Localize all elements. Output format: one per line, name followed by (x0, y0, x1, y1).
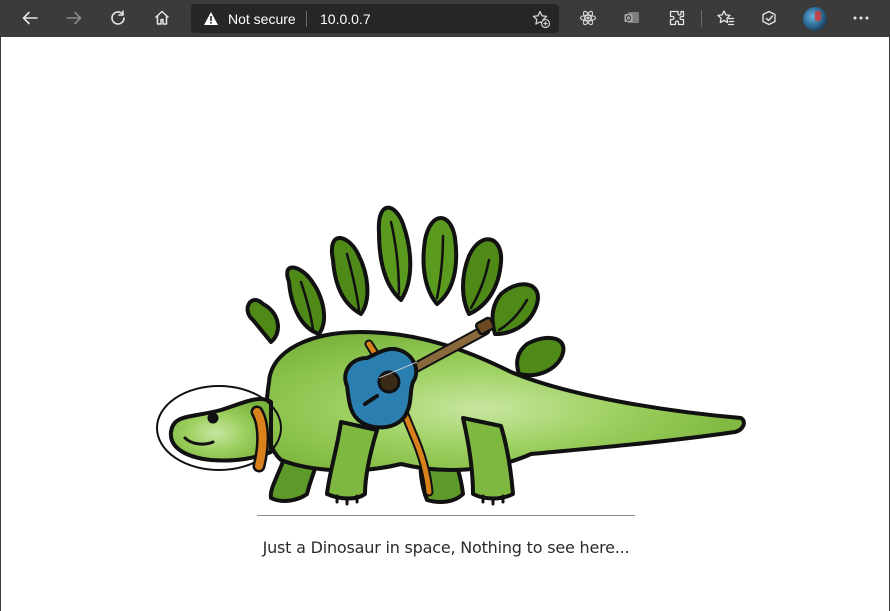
profile-avatar[interactable] (803, 7, 827, 31)
page-caption: Just a Dinosaur in space, Nothing to see… (262, 538, 630, 557)
forward-icon (65, 9, 83, 27)
page-content: Just a Dinosaur in space, Nothing to see… (0, 37, 890, 611)
react-devtools-button[interactable] (572, 4, 604, 32)
horizontal-rule (257, 515, 635, 516)
security-label[interactable]: Not secure (228, 11, 296, 27)
forward-button[interactable] (58, 4, 90, 32)
more-icon (852, 9, 870, 27)
outlook-icon (623, 9, 641, 27)
stegosaurus-illustration (151, 182, 751, 507)
back-icon (21, 9, 39, 27)
warning-icon[interactable] (203, 11, 219, 31)
home-button[interactable] (146, 4, 178, 32)
react-devtools-icon (579, 9, 597, 27)
browser-toolbar: Not secure 10.0.0.7 (0, 0, 890, 37)
home-icon (153, 9, 171, 27)
favorites-icon (717, 9, 735, 27)
address-divider (306, 11, 307, 27)
url-text[interactable]: 10.0.0.7 (320, 11, 371, 27)
address-bar[interactable]: Not secure 10.0.0.7 (191, 4, 559, 33)
refresh-button[interactable] (102, 4, 134, 32)
more-button[interactable] (845, 4, 877, 32)
outlook-extension-button[interactable] (616, 4, 648, 32)
collections-button[interactable] (753, 4, 785, 32)
favorites-button[interactable] (710, 4, 742, 32)
back-button[interactable] (14, 4, 46, 32)
add-favorite-icon[interactable] (531, 9, 551, 34)
refresh-icon (109, 9, 127, 27)
collections-icon (760, 9, 778, 27)
extensions-icon (668, 9, 686, 27)
toolbar-separator (701, 10, 702, 27)
extensions-button[interactable] (661, 4, 693, 32)
